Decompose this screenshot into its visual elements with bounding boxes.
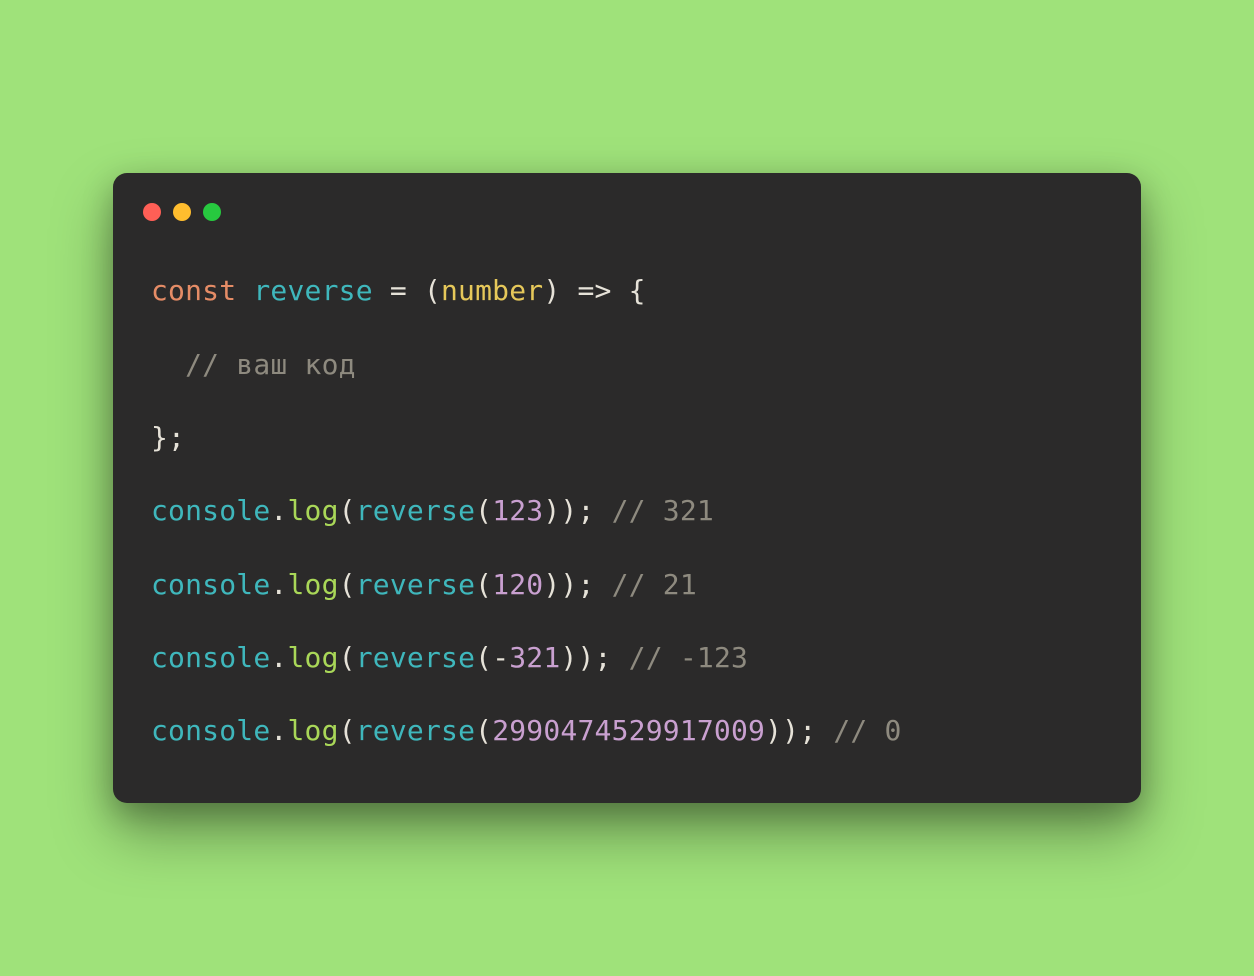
punct: )); [543,494,611,527]
comment: // ваш код [185,348,356,381]
code-line-6: console.log(reverse(120)); // 21 [151,563,1103,606]
maximize-icon[interactable] [203,203,221,221]
punct: . [270,494,287,527]
fn-reverse: reverse [356,641,475,674]
number-literal: 321 [509,641,560,674]
punct: ( [339,714,356,747]
number-literal: 2990474529917009 [492,714,765,747]
number-literal: 123 [492,494,543,527]
punct: ( [339,641,356,674]
punct: . [270,568,287,601]
code-block: const reverse = (number) => { // ваш код… [113,249,1141,753]
punct: ( [475,568,492,601]
punct: ( [339,568,356,601]
fn-reverse: reverse [356,714,475,747]
object-console: console [151,714,270,747]
punct: }; [151,421,185,454]
punct: )); [765,714,833,747]
code-window: const reverse = (number) => { // ваш код… [113,173,1141,803]
punct: . [270,641,287,674]
punct: ( [339,494,356,527]
operator-minus: - [492,641,509,674]
method-log: log [287,494,338,527]
code-line-8: console.log(reverse(2990474529917009)); … [151,709,1103,752]
code-line-2: // ваш код [151,343,1103,386]
punct: ( [475,494,492,527]
titlebar [113,203,1141,249]
punct: ) => { [543,274,645,307]
method-log: log [287,714,338,747]
punct: = ( [373,274,441,307]
number-literal: 120 [492,568,543,601]
comment: // 321 [612,494,714,527]
object-console: console [151,568,270,601]
fn-reverse: reverse [356,568,475,601]
method-log: log [287,568,338,601]
method-log: log [287,641,338,674]
punct: ( [475,641,492,674]
punct: )); [560,641,628,674]
code-line-7: console.log(reverse(-321)); // -123 [151,636,1103,679]
comment: // 21 [612,568,697,601]
object-console: console [151,641,270,674]
code-line-1: const reverse = (number) => { [151,269,1103,312]
keyword-const: const [151,274,236,307]
close-icon[interactable] [143,203,161,221]
param-number: number [441,274,543,307]
function-name: reverse [253,274,372,307]
comment: // -123 [629,641,748,674]
code-line-5: console.log(reverse(123)); // 321 [151,489,1103,532]
indent [151,348,185,381]
punct: . [270,714,287,747]
minimize-icon[interactable] [173,203,191,221]
fn-reverse: reverse [356,494,475,527]
punct: ( [475,714,492,747]
code-line-3: }; [151,416,1103,459]
object-console: console [151,494,270,527]
punct: )); [543,568,611,601]
comment: // 0 [833,714,901,747]
